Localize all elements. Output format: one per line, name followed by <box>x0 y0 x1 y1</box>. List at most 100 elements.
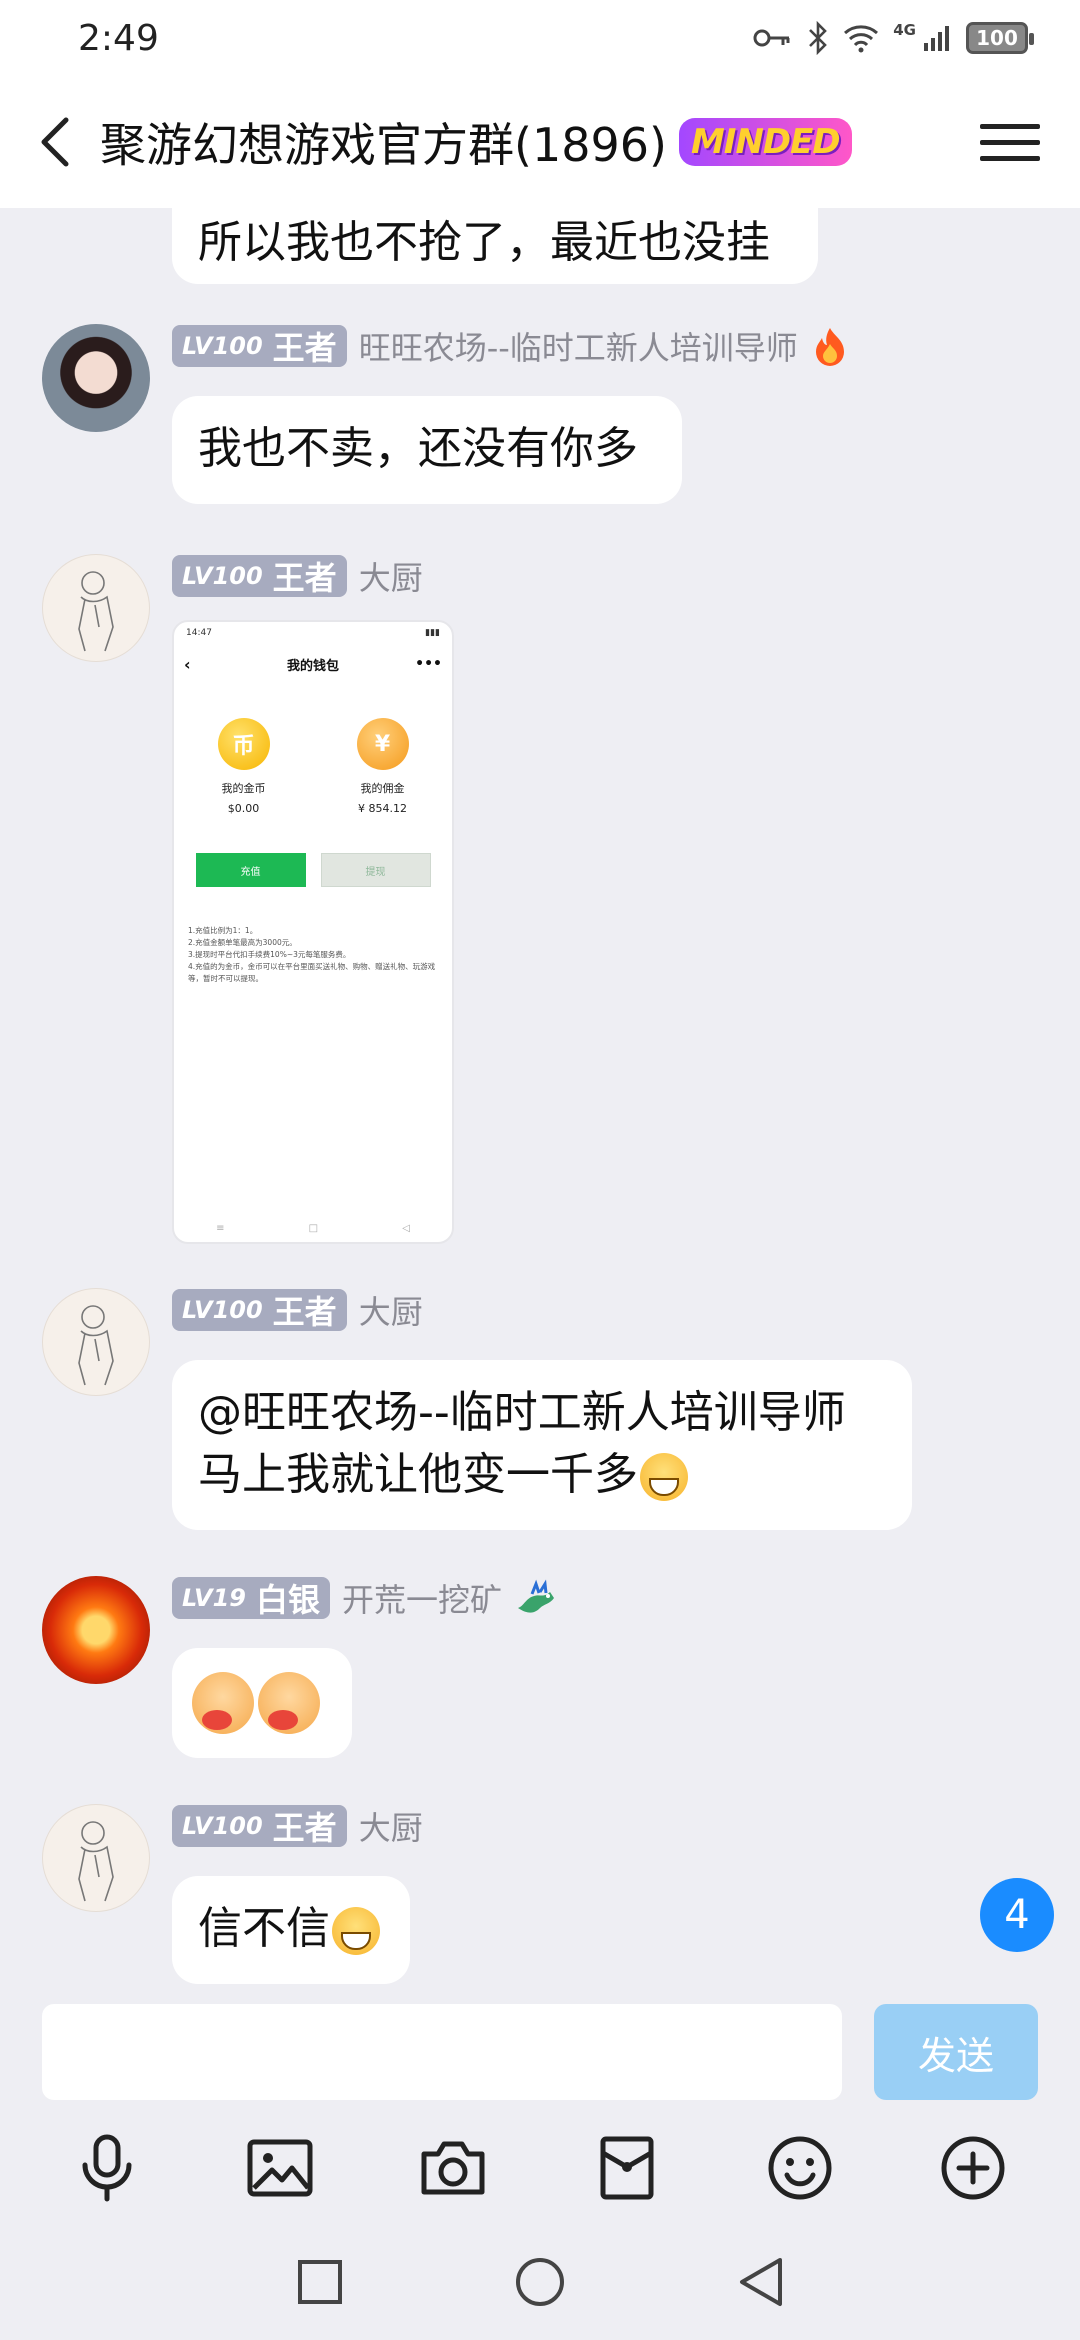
commission-label: 我的佣金 <box>360 782 405 795</box>
image-more-icon: ••• <box>415 656 442 672</box>
message-input[interactable] <box>42 2004 842 2100</box>
more-button[interactable] <box>933 2128 1013 2208</box>
coin-card: 币 我的金币 $0.00 <box>189 718 299 815</box>
status-bar: 2:49 4G 100 <box>0 0 1080 76</box>
commission-card: ¥ 我的佣金 ¥ 854.12 <box>328 718 438 815</box>
image-button[interactable] <box>240 2128 320 2208</box>
input-bar: 发送 <box>0 1988 1080 2112</box>
level-value: LV100 <box>182 1296 263 1324</box>
mention-text: @旺旺农场--临时工新人培训导师 <box>198 1387 846 1438</box>
message-bubble[interactable]: 所以我也不抢了，最近也没挂 <box>172 208 818 284</box>
avatar[interactable] <box>42 554 150 662</box>
image-back-icon: ‹ <box>184 654 191 674</box>
yum-emoji-icon <box>192 1672 254 1734</box>
level-value: LV100 <box>182 562 263 590</box>
recharge-button-image: 充值 <box>195 853 306 887</box>
message-text: 马上我就让他变一千多 <box>198 1449 638 1500</box>
rank-title: 王者 <box>272 559 337 597</box>
network-label: 4G <box>893 21 916 39</box>
withdraw-button-image: 提现 <box>320 853 431 887</box>
message-list[interactable]: 所以我也不抢了，最近也没挂 LV100 王者 旺旺农场--临时工新人培训导师 我… <box>0 208 1080 1988</box>
coin-icon: 币 <box>217 718 270 770</box>
note-line: 1.充值比例为1：1。 <box>188 926 258 935</box>
message-meta: LV100 王者 旺旺农场--临时工新人培训导师 <box>172 324 850 368</box>
level-badge: LV19 白银 <box>172 1577 330 1619</box>
input-toolbar <box>0 2112 1080 2224</box>
unread-count-badge[interactable]: 4 <box>980 1878 1054 1952</box>
group-badge: MINDED <box>678 118 852 166</box>
level-badge: LV100 王者 <box>172 325 347 367</box>
coin-value: $0.00 <box>227 802 260 815</box>
message-meta: LV19 白银 开荒一挖矿 <box>172 1576 558 1620</box>
back-nav-icon[interactable] <box>736 2256 784 2308</box>
sender-name[interactable]: 大厨 <box>359 553 423 599</box>
wifi-icon <box>844 25 879 53</box>
grin-emoji-icon <box>332 1907 380 1955</box>
level-value: LV100 <box>182 1812 263 1840</box>
message-bubble[interactable]: @旺旺农场--临时工新人培训导师 马上我就让他变一千多 <box>172 1360 912 1530</box>
image-nav-menu-icon: ≡ <box>216 1223 225 1234</box>
level-badge: LV100 王者 <box>172 555 347 597</box>
sender-name[interactable]: 开荒一挖矿 <box>342 1575 502 1621</box>
voice-button[interactable] <box>67 2128 147 2208</box>
system-nav-bar <box>0 2224 1080 2340</box>
avatar[interactable] <box>42 1288 150 1396</box>
yen-glyph: ¥ <box>374 731 391 757</box>
status-time: 2:49 <box>78 17 159 59</box>
yum-emoji-icon <box>258 1672 320 1734</box>
avatar[interactable] <box>42 1576 150 1684</box>
microphone-icon <box>82 2134 132 2202</box>
sender-name[interactable]: 大厨 <box>359 1803 423 1849</box>
image-icon <box>247 2139 313 2197</box>
camera-icon <box>421 2141 485 2195</box>
group-title[interactable]: 聚游幻想游戏官方群(1896) <box>100 109 667 175</box>
image-message[interactable]: 14:47 ▮▮▮ ‹ 我的钱包 ••• 币 我的金币 $0.00 ¥ 我的佣金… <box>172 620 454 1244</box>
message-text: 所以我也不抢了，最近也没挂 <box>198 217 770 268</box>
menu-button[interactable] <box>980 112 1040 172</box>
recents-icon[interactable] <box>296 2258 344 2306</box>
battery-indicator: 100 <box>966 22 1034 54</box>
sketch-figure-icon <box>78 1305 114 1386</box>
camera-button[interactable] <box>413 2128 493 2208</box>
red-packet-button[interactable] <box>587 2128 667 2208</box>
send-button[interactable]: 发送 <box>874 2004 1038 2100</box>
menu-line <box>980 155 1040 161</box>
commission-icon: ¥ <box>356 718 409 770</box>
avatar[interactable] <box>42 1804 150 1912</box>
chevron-left-icon <box>41 117 69 167</box>
avatar[interactable] <box>42 324 150 432</box>
image-title: 我的钱包 <box>286 658 339 674</box>
level-value: LV19 <box>182 1584 246 1612</box>
message-meta: LV100 王者 大厨 <box>172 1804 423 1848</box>
coin-label: 我的金币 <box>221 782 266 795</box>
message-bubble[interactable]: 我也不卖，还没有你多 <box>172 396 682 504</box>
fire-icon <box>815 328 844 366</box>
level-badge: LV100 王者 <box>172 1289 347 1331</box>
message-text: 信不信 <box>198 1903 330 1954</box>
image-buttons: 充值 提现 <box>174 853 452 887</box>
message-meta: LV100 王者 大厨 <box>172 554 423 598</box>
message-line: 马上我就让他变一千多 <box>198 1444 886 1506</box>
sender-name[interactable]: 旺旺农场--临时工新人培训导师 <box>359 323 798 369</box>
message-bubble[interactable] <box>172 1648 352 1758</box>
message-bubble[interactable]: 信不信 <box>172 1876 410 1984</box>
bluetooth-icon <box>809 21 828 55</box>
level-badge: LV100 王者 <box>172 1805 347 1847</box>
image-nav-bar: ≡ □ ◁ <box>174 1223 452 1234</box>
image-header: ‹ 我的钱包 ••• <box>174 644 452 684</box>
sketch-figure-icon <box>78 1821 114 1902</box>
image-nav-home-icon: □ <box>308 1223 319 1234</box>
message-meta: LV100 王者 大厨 <box>172 1288 423 1332</box>
image-balance-cards: 币 我的金币 $0.00 ¥ 我的佣金 ¥ 854.12 <box>174 718 452 815</box>
back-button[interactable] <box>40 102 100 182</box>
coin-glyph: 币 <box>232 734 255 759</box>
level-value: LV100 <box>182 332 263 360</box>
rank-title: 王者 <box>272 1293 337 1331</box>
emoji-button[interactable] <box>760 2128 840 2208</box>
menu-line <box>980 123 1040 129</box>
home-icon[interactable] <box>514 2256 566 2308</box>
chat-header: 聚游幻想游戏官方群(1896) MINDED <box>0 76 1080 208</box>
note-line: 2.充值金额单笔最高为3000元。 <box>188 938 297 947</box>
commission-value: ¥ 854.12 <box>358 802 407 815</box>
sender-name[interactable]: 大厨 <box>359 1287 423 1333</box>
